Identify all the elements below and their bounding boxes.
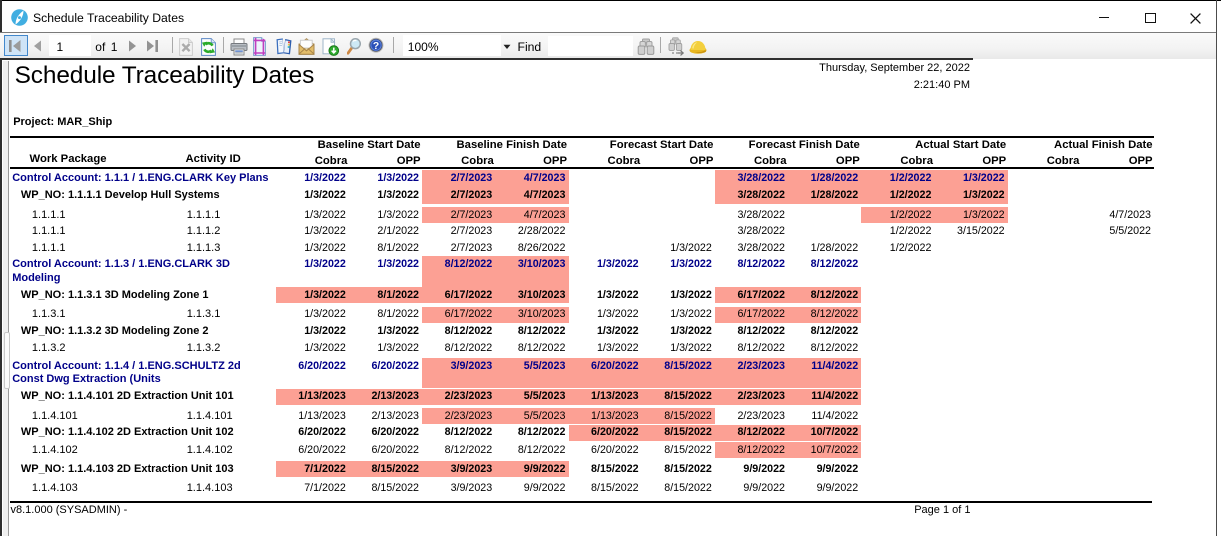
svg-text:?: ? bbox=[373, 41, 379, 52]
